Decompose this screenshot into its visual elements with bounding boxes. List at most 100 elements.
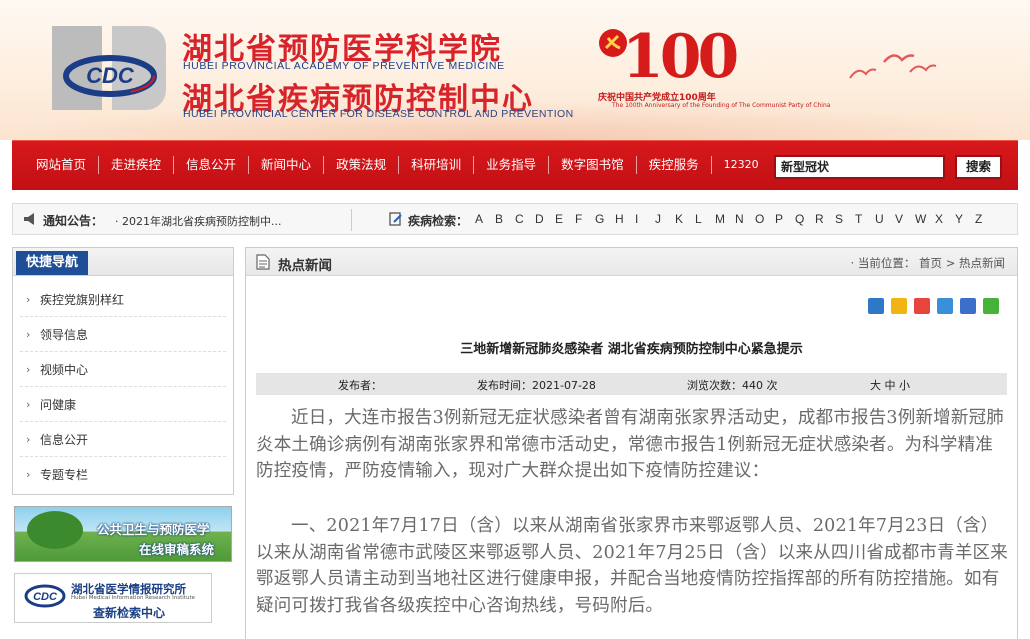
share-qzone-icon[interactable] bbox=[891, 298, 907, 314]
share-renren-icon[interactable] bbox=[960, 298, 976, 314]
edit-search-icon bbox=[389, 212, 402, 226]
alphabet-index: A B C D E F G H I J K L M N O P Q R S T … bbox=[475, 212, 995, 226]
letter-i[interactable]: I bbox=[635, 212, 655, 226]
main-navigation: 网站首页 走进疾控 信息公开 新闻中心 政策法规 科研培训 业务指导 数字图书馆… bbox=[12, 140, 1018, 190]
divider bbox=[351, 209, 352, 231]
share-wechat-icon[interactable] bbox=[983, 298, 999, 314]
breadcrumb[interactable]: · 当前位置： 首页 > 热点新闻 bbox=[851, 255, 1005, 271]
chevron-right-icon: › bbox=[26, 468, 31, 481]
search-input[interactable]: 新型冠状 bbox=[774, 155, 945, 179]
nav-library[interactable]: 数字图书馆 bbox=[549, 156, 637, 174]
chevron-right-icon: › bbox=[26, 327, 31, 341]
document-icon bbox=[256, 254, 270, 270]
letter-w[interactable]: W bbox=[915, 212, 935, 226]
nav-hotline[interactable]: 12320 bbox=[712, 156, 771, 174]
letter-a[interactable]: A bbox=[475, 212, 495, 226]
nav-services[interactable]: 疾控服务 bbox=[637, 156, 712, 174]
letter-o[interactable]: O bbox=[755, 212, 775, 226]
publisher-label: 发布者： bbox=[338, 379, 382, 392]
institute-banner-name-en: Hubei Medical Information Research Insti… bbox=[71, 595, 195, 601]
quick-nav-panel: 快捷导航 › 疾控党旗别样红 › 领导信息 › 视频中心 › 问健康 › 信息公… bbox=[12, 247, 234, 495]
letter-e[interactable]: E bbox=[555, 212, 575, 226]
sidebar-item-health-qa[interactable]: › 问健康 bbox=[20, 387, 226, 422]
letter-g[interactable]: G bbox=[595, 212, 615, 226]
sidebar-item-label: 视频中心 bbox=[40, 362, 89, 377]
letter-x[interactable]: X bbox=[935, 212, 955, 226]
anniversary-caption: 庆祝中国共产党成立100周年 bbox=[598, 93, 716, 103]
letter-j[interactable]: J bbox=[655, 212, 675, 226]
letter-u[interactable]: U bbox=[875, 212, 895, 226]
sidebar-item-label: 领导信息 bbox=[40, 327, 89, 342]
sidebar-item-party[interactable]: › 疾控党旗别样红 bbox=[20, 282, 226, 317]
megaphone-icon bbox=[24, 213, 34, 225]
share-toolbar bbox=[861, 298, 999, 314]
letter-n[interactable]: N bbox=[735, 212, 755, 226]
letter-h[interactable]: H bbox=[615, 212, 635, 226]
letter-c[interactable]: C bbox=[515, 212, 535, 226]
disease-search-label: 疾病检索： bbox=[408, 214, 469, 228]
notice-link[interactable]: · 2021年湖北省疾病预防控制中... bbox=[115, 213, 285, 229]
letter-d[interactable]: D bbox=[535, 212, 555, 226]
review-system-banner[interactable]: 公共卫生与预防医学 在线审稿系统 bbox=[14, 506, 232, 562]
site-header-banner: CDC 湖北省预防医学科学院 HUBEI PROVINCIAL ACADEMY … bbox=[0, 0, 1030, 140]
sidebar-item-label: 专题专栏 bbox=[40, 468, 89, 482]
quick-nav-list: › 疾控党旗别样红 › 领导信息 › 视频中心 › 问健康 › 信息公开 › 专… bbox=[13, 276, 233, 492]
sidebar-item-label: 问健康 bbox=[40, 397, 77, 412]
share-plus-icon[interactable] bbox=[868, 298, 884, 314]
hot-news-panel: 热点新闻 · 当前位置： 首页 > 热点新闻 三地新增新冠肺炎感染者 湖北省疾病… bbox=[245, 247, 1018, 639]
svg-text:CDC: CDC bbox=[86, 63, 135, 88]
share-weibo-icon[interactable] bbox=[914, 298, 930, 314]
center-name-cn: 湖北省疾病预防控制中心 bbox=[182, 82, 534, 117]
font-size-switch[interactable]: 大 中 小 bbox=[870, 377, 910, 393]
quick-nav-header: 快捷导航 bbox=[13, 248, 233, 276]
letter-f[interactable]: F bbox=[575, 212, 595, 226]
letter-y[interactable]: Y bbox=[955, 212, 975, 226]
nav-info-public[interactable]: 信息公开 bbox=[174, 156, 250, 174]
sidebar-item-topics[interactable]: › 专题专栏 bbox=[20, 457, 226, 492]
hot-news-header: 热点新闻 · 当前位置： 首页 > 热点新闻 bbox=[246, 248, 1017, 276]
nav-about[interactable]: 走进疾控 bbox=[99, 156, 175, 174]
sidebar-item-video[interactable]: › 视频中心 bbox=[20, 352, 226, 387]
sidebar-item-info-public[interactable]: › 信息公开 bbox=[20, 422, 226, 457]
letter-r[interactable]: R bbox=[815, 212, 835, 226]
sidebar-item-label: 信息公开 bbox=[40, 432, 89, 447]
letter-l[interactable]: L bbox=[695, 212, 715, 226]
chevron-right-icon: › bbox=[26, 432, 31, 446]
publish-time: 发布时间：2021-07-28 bbox=[477, 379, 596, 392]
letter-q[interactable]: Q bbox=[795, 212, 815, 226]
article-paragraph: 近日，大连市报告3例新冠无症状感染者曾有湖南张家界活动史，成都市报告3例新增新冠… bbox=[256, 408, 1004, 481]
nav-policy[interactable]: 政策法规 bbox=[324, 156, 400, 174]
letter-s[interactable]: S bbox=[835, 212, 855, 226]
nav-home[interactable]: 网站首页 bbox=[24, 156, 100, 174]
nav-guidance[interactable]: 业务指导 bbox=[474, 156, 550, 174]
info-institute-banner[interactable]: CDC 湖北省医学情报研究所 Hubei Medical Information… bbox=[14, 573, 212, 623]
institute-banner-service: 查新检索中心 bbox=[93, 606, 166, 620]
article-title: 三地新增新冠肺炎感染者 湖北省疾病预防控制中心紧急提示 bbox=[460, 342, 803, 357]
nav-news[interactable]: 新闻中心 bbox=[249, 156, 325, 174]
search-button[interactable]: 搜索 bbox=[955, 155, 1002, 179]
hbcdc-logo[interactable]: CDC bbox=[52, 26, 170, 110]
center-name-en: HUBEI PROVINCIAL CENTER FOR DISEASE CONT… bbox=[183, 108, 574, 120]
institute-name-en: HUBEI PROVINCIAL ACADEMY OF PREVENTIVE M… bbox=[183, 60, 505, 72]
share-tencent-icon[interactable] bbox=[937, 298, 953, 314]
svg-text:CDC: CDC bbox=[33, 591, 58, 603]
letter-m[interactable]: M bbox=[715, 212, 735, 226]
letter-k[interactable]: K bbox=[675, 212, 695, 226]
banner-line2: 在线审稿系统 bbox=[139, 542, 215, 557]
letter-p[interactable]: P bbox=[775, 212, 795, 226]
letter-z[interactable]: Z bbox=[975, 212, 995, 226]
quick-nav-title: 快捷导航 bbox=[16, 251, 89, 275]
anniversary-subtitle-en: The 100th Anniversary of the Founding of… bbox=[612, 102, 831, 109]
letter-b[interactable]: B bbox=[495, 212, 515, 226]
letter-t[interactable]: T bbox=[855, 212, 875, 226]
article-meta-bar: 发布者： 发布时间：2021-07-28 浏览次数：440 次 大 中 小 bbox=[256, 373, 1007, 395]
doves-decoration-icon bbox=[849, 54, 937, 79]
letter-v[interactable]: V bbox=[895, 212, 915, 226]
party-anniversary-emblem: 100 庆祝中国共产党成立100周年 The 100th Anniversary… bbox=[598, 22, 830, 118]
chevron-right-icon: › bbox=[26, 292, 31, 306]
nav-research[interactable]: 科研培训 bbox=[399, 156, 475, 174]
chevron-right-icon: › bbox=[26, 362, 31, 376]
banner-line1: 公共卫生与预防医学 bbox=[97, 522, 210, 537]
sidebar-item-leaders[interactable]: › 领导信息 bbox=[20, 317, 226, 352]
section-title: 热点新闻 bbox=[278, 258, 332, 274]
